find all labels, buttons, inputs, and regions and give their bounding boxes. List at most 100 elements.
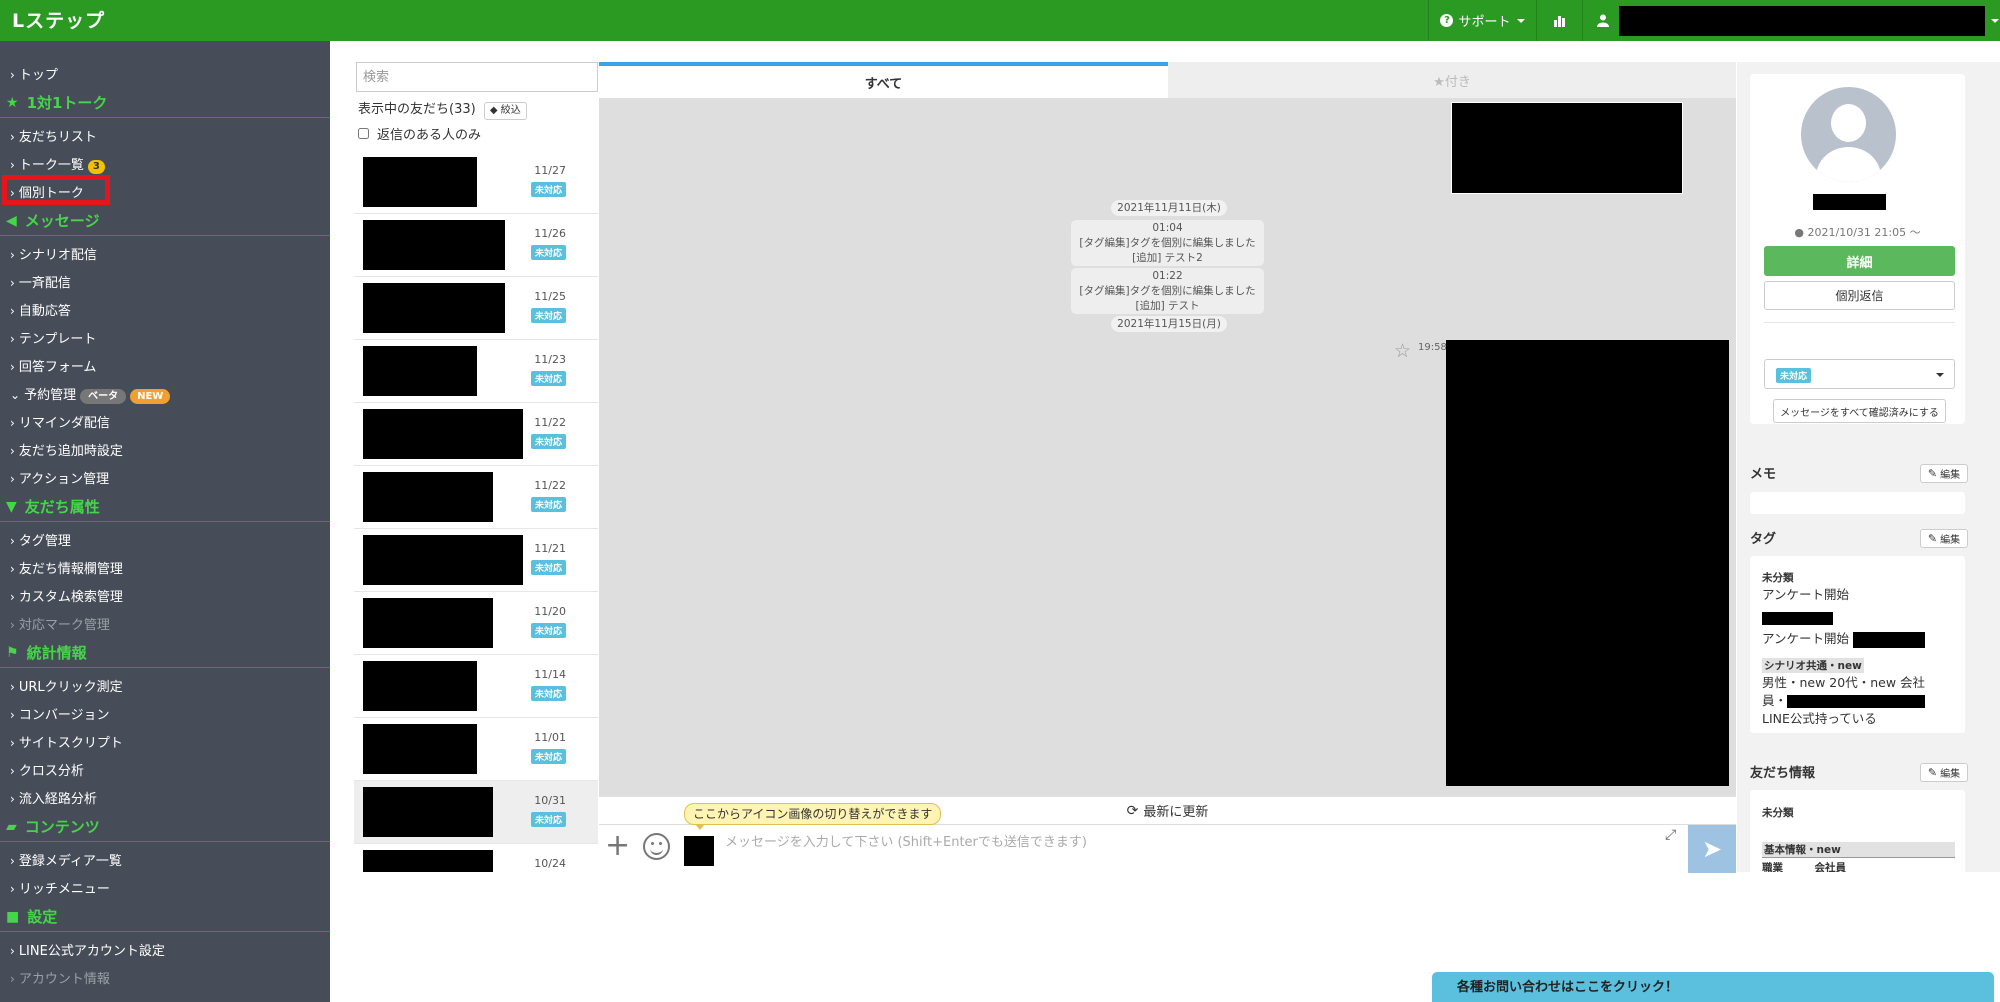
friend-name-redacted (363, 535, 523, 585)
list-item[interactable]: 11/27 未対応 (354, 151, 598, 214)
tag-edit-button[interactable]: ✎ 編集 (1920, 529, 1968, 548)
send-button[interactable]: ➤ (1688, 825, 1736, 873)
list-item[interactable]: 11/25 未対応 (354, 277, 598, 340)
status-badge: 未対応 (1776, 368, 1812, 383)
chevron-right-icon: › (10, 534, 15, 548)
sidebar-item-media[interactable]: › 登録メディア一覧 (10, 850, 122, 869)
flag-icon: ⚑ (6, 644, 19, 661)
friend-date: 11/14 (534, 668, 566, 681)
list-item[interactable]: 11/23 未対応 (354, 340, 598, 403)
tab-all[interactable]: すべて (599, 62, 1168, 98)
sidebar-item-scenario[interactable]: › シナリオ配信 (10, 244, 97, 263)
individual-reply-button[interactable]: 個別返信 (1764, 281, 1955, 310)
list-item[interactable]: 11/01 未対応 (354, 718, 598, 781)
message-image-redacted[interactable] (1446, 340, 1729, 786)
friend-date: 11/01 (534, 731, 566, 744)
tag-item: 男性・new 20代・new 会社 (1762, 675, 1926, 690)
friend-info-edit-button[interactable]: ✎ 編集 (1920, 763, 1968, 782)
sidebar-item-top[interactable]: › トップ (10, 64, 58, 83)
star-outline-icon[interactable]: ☆ (1394, 340, 1411, 362)
chevron-right-icon: › (10, 276, 15, 290)
message-image-redacted[interactable] (1451, 102, 1683, 194)
friend-list: 11/27 未対応 11/26 未対応 11/25 未対応 11/23 未対応 11/2… (354, 151, 598, 872)
sidebar-item-reminder[interactable]: › リマインダ配信 (10, 412, 110, 431)
emoji-icon[interactable] (643, 833, 670, 860)
sidebar-item-template[interactable]: › テンプレート (10, 328, 96, 347)
friend-info-title: 友だち情報 (1750, 766, 1816, 781)
sidebar-item-broadcast[interactable]: › 一斉配信 (10, 272, 71, 291)
sidebar-item-auto-reply[interactable]: › 自動応答 (10, 300, 71, 319)
tag-item: アンケート開始 (1762, 628, 1925, 648)
sidebar-item-url-click[interactable]: › URLクリック測定 (10, 676, 123, 695)
message-time: 19:58 (1418, 342, 1447, 353)
sender-avatar-redacted[interactable] (684, 836, 714, 866)
reply-only-filter[interactable]: 返信のある人のみ (358, 124, 481, 143)
list-item[interactable]: 11/14 未対応 (354, 655, 598, 718)
tab-starred[interactable]: ★付き (1168, 62, 1736, 98)
sidebar-section-stats: ⚑ 統計情報 (0, 638, 330, 668)
chat-icon: ■ (6, 908, 20, 925)
account-menu[interactable] (1582, 0, 2000, 41)
support-menu[interactable]: ? サポート (1428, 0, 1536, 41)
memo-box (1750, 492, 1965, 514)
list-item[interactable]: 11/22 未対応 (354, 403, 598, 466)
sidebar-section-friend-attr: ▼ 友だち属性 (0, 492, 330, 522)
chevron-down-icon (1936, 373, 1944, 377)
list-item[interactable]: 11/20 未対応 (354, 592, 598, 655)
sidebar-item-tag[interactable]: › タグ管理 (10, 530, 71, 549)
reply-only-checkbox[interactable] (358, 128, 369, 139)
friend-info-box: 未分類 基本情報・new 職業 会社員 (1750, 790, 1965, 872)
message-input[interactable] (721, 827, 1681, 871)
search-input[interactable] (356, 62, 598, 92)
list-item[interactable]: 11/22 未対応 (354, 466, 598, 529)
beta-badge: ベータ (80, 389, 127, 404)
status-badge: 未対応 (530, 245, 566, 260)
friend-info-category: 基本情報・new (1762, 842, 1955, 858)
list-item[interactable]: 11/26 未対応 (354, 214, 598, 277)
chevron-right-icon: › (10, 680, 15, 694)
app-logo[interactable]: Lステップ (12, 6, 105, 33)
sidebar-item-talk-list[interactable]: › トーク一覧 3 (10, 154, 105, 174)
chevron-down-icon: ⌄ (10, 388, 21, 402)
filter-button[interactable]: ◆ 絞込 (483, 102, 527, 120)
friend-name-redacted (363, 220, 505, 270)
detail-button[interactable]: 詳細 (1764, 246, 1955, 276)
sidebar-item-account-info[interactable]: › アカウント情報 (10, 968, 110, 987)
sidebar-item-inflow[interactable]: › 流入経路分析 (10, 788, 97, 807)
sidebar-item-site-script[interactable]: › サイトスクリプト (10, 732, 123, 751)
mark-all-read-button[interactable]: メッセージをすべて確認済みにする (1773, 399, 1946, 423)
chevron-right-icon: › (10, 972, 15, 986)
memo-edit-button[interactable]: ✎ 編集 (1920, 464, 1968, 483)
status-badge: 未対応 (530, 182, 566, 197)
memo-title: メモ (1750, 467, 1777, 482)
icon-switch-tooltip: ここからアイコン画像の切り替えができます (684, 803, 942, 830)
contact-us-bar[interactable]: 各種お問い合わせはここをクリック！ (1432, 972, 1994, 1002)
chevron-down-icon (1516, 18, 1525, 23)
stats-button[interactable] (1536, 0, 1582, 41)
friend-panel: 表示中の友だち(33) ◆ 絞込 返信のある人のみ 11/27 未対応 11/26… (354, 62, 598, 872)
sidebar-item-conversion[interactable]: › コンバージョン (10, 704, 110, 723)
plus-icon[interactable]: + (605, 831, 630, 861)
sidebar-item-custom-search[interactable]: › カスタム検索管理 (10, 586, 123, 605)
status-select[interactable]: 未対応 (1764, 359, 1955, 389)
system-message: 01:04 [タグ編集]タグを個別に編集しました [追加] テスト2 (1071, 220, 1264, 266)
sidebar-item-rich-menu[interactable]: › リッチメニュー (10, 878, 110, 897)
sidebar-item-cross[interactable]: › クロス分析 (10, 760, 84, 779)
list-item[interactable]: 10/31 未対応 (354, 781, 598, 844)
expand-icon[interactable]: ⤢ (1665, 827, 1676, 843)
sidebar-item-answer-form[interactable]: › 回答フォーム (10, 356, 96, 375)
list-item[interactable]: 11/21 未対応 (354, 529, 598, 592)
sidebar-item-friend-add-settings[interactable]: › 友だち追加時設定 (10, 440, 123, 459)
friend-date: 11/25 (534, 290, 566, 303)
sidebar-item-friend-list[interactable]: › 友だちリスト (10, 126, 97, 145)
chevron-right-icon: › (10, 130, 15, 144)
list-item[interactable]: 10/24 (354, 844, 598, 872)
sidebar-item-friend-info[interactable]: › 友だち情報欄管理 (10, 558, 123, 577)
sidebar-item-action[interactable]: › アクション管理 (10, 468, 109, 487)
sidebar-item-line-account[interactable]: › LINE公式アカウント設定 (10, 940, 165, 959)
profile-card: ● 2021/10/31 21:05 〜 詳細 個別返信 未対応 メッセージをす… (1750, 74, 1965, 424)
sidebar-item-mark[interactable]: › 対応マーク管理 (10, 614, 110, 633)
sidebar-item-reservation[interactable]: ⌄ 予約管理 ベータ NEW (10, 384, 171, 404)
friend-date: 11/26 (534, 227, 566, 240)
chevron-right-icon: › (10, 360, 15, 374)
